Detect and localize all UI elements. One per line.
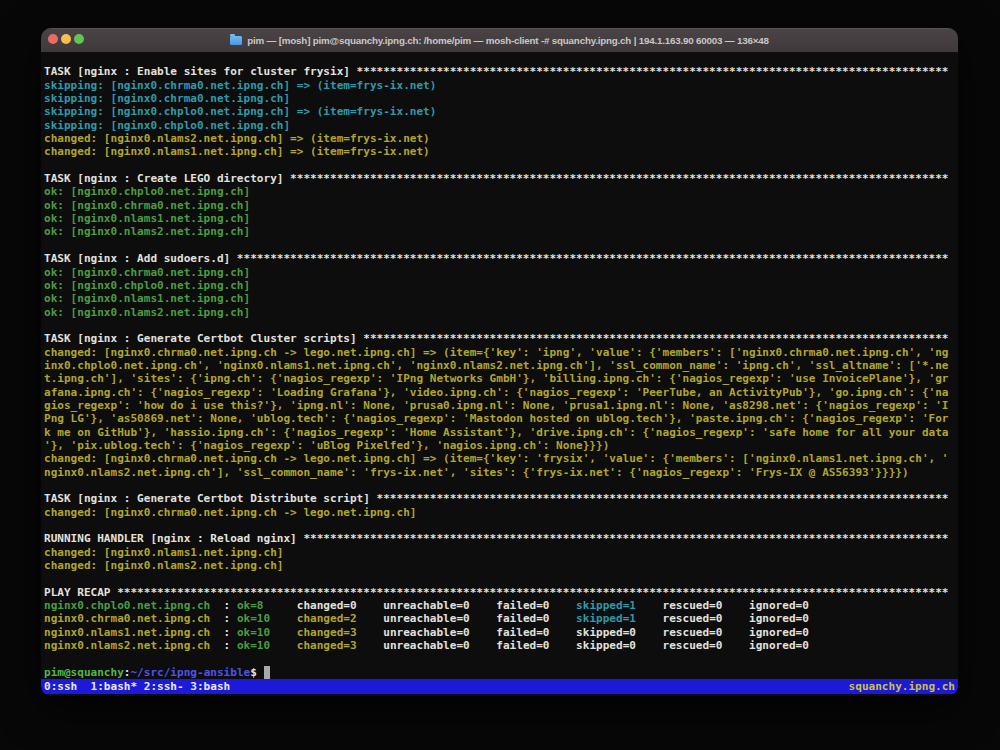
terminal-line: TASK [nginx : Enable sites for cluster f… [44,65,958,78]
terminal-line: ok: [nginx0.chrma0.net.ipng.ch] [44,266,958,279]
terminal-line: ok: [nginx0.nlams2.net.ipng.ch] [44,306,958,319]
terminal-line: skipping: [nginx0.chrma0.net.ipng.ch] [44,92,958,105]
terminal-line: nginx0.nlams2.net.ipng.ch'], 'ssl_common… [44,466,958,479]
terminal-line [44,479,958,492]
terminal-line: nginx0.chrma0.net.ipng.ch : ok=10 change… [44,612,958,625]
terminal-line: changed: [nginx0.nlams2.net.ipng.ch] => … [44,132,958,145]
terminal-line [44,239,958,252]
terminal-line: k me on GitHub'}, 'hassio.ipng.ch': {'na… [44,426,958,439]
terminal-line: PLAY RECAP *****************************… [44,586,958,599]
terminal-line: changed: [nginx0.chrma0.net.ipng.ch -> l… [44,346,958,359]
terminal-line: nginx0.chplo0.net.ipng.ch : ok=8 changed… [44,599,958,612]
terminal-line: ok: [nginx0.nlams1.net.ipng.ch] [44,292,958,305]
terminal-line [44,159,958,172]
close-button[interactable] [48,34,58,44]
tmux-status-bar: 0:ssh 1:bash* 2:ssh- 3:bash squanchy.ipn… [41,679,958,694]
terminal-line: skipping: [nginx0.chplo0.net.ipng.ch] =>… [44,105,958,118]
terminal-line: changed: [nginx0.chrma0.net.ipng.ch -> l… [44,506,958,519]
terminal-output[interactable]: TASK [nginx : Enable sites for cluster f… [41,52,958,696]
terminal-line: skipping: [nginx0.chrma0.net.ipng.ch] =>… [44,79,958,92]
terminal-line: t.ipng.ch'], 'sites': {'ipng.ch': {'nagi… [44,372,958,385]
terminal-line [44,519,958,532]
terminal-line: ok: [nginx0.chplo0.net.ipng.ch] [44,279,958,292]
terminal-line: inx0.chplo0.net.ipng.ch', 'nginx0.nlams1… [44,359,958,372]
terminal-line: changed: [nginx0.nlams2.net.ipng.ch] [44,559,958,572]
window-title: pim — [mosh] pim@squanchy.ipng.ch: /home… [247,35,768,46]
terminal-line: nginx0.nlams2.net.ipng.ch : ok=10 change… [44,639,958,652]
terminal-line: changed: [nginx0.nlams1.net.ipng.ch] [44,546,958,559]
cursor [264,666,271,679]
zoom-button[interactable] [74,34,84,44]
tmux-window-list: 0:ssh 1:bash* 2:ssh- 3:bash [44,680,230,693]
terminal-line [44,572,958,585]
terminal-line: gios_regexp': 'how do i use this?'}, 'ip… [44,399,958,412]
terminal-line: TASK [nginx : Add sudoers.d] ***********… [44,252,958,265]
folder-proxy-icon [230,36,242,45]
terminal-window: pim — [mosh] pim@squanchy.ipng.ch: /home… [41,28,958,696]
terminal-line [44,319,958,332]
terminal-line: nginx0.nlams1.net.ipng.ch : ok=10 change… [44,626,958,639]
terminal-line: ok: [nginx0.nlams2.net.ipng.ch] [44,225,958,238]
terminal-line: skipping: [nginx0.chplo0.net.ipng.ch] [44,119,958,132]
terminal-line: ok: [nginx0.chplo0.net.ipng.ch] [44,185,958,198]
terminal-line: TASK [nginx : Create LEGO directory] ***… [44,172,958,185]
terminal-line: ok: [nginx0.nlams1.net.ipng.ch] [44,212,958,225]
tmux-hostname: squanchy.ipng.ch [849,680,955,693]
terminal-line: Png LG'}, 'as50869.net': None, 'ublog.te… [44,412,958,425]
window-titlebar[interactable]: pim — [mosh] pim@squanchy.ipng.ch: /home… [41,28,958,52]
terminal-line: RUNNING HANDLER [nginx : Reload nginx] *… [44,532,958,545]
terminal-line: TASK [nginx : Generate Certbot Cluster s… [44,332,958,345]
terminal-line [44,52,958,65]
terminal-line: afana.ipng.ch': {'nagios_regexp': 'Loadi… [44,386,958,399]
terminal-line: changed: [nginx0.nlams1.net.ipng.ch] => … [44,145,958,158]
terminal-line [44,652,958,665]
terminal-line: changed: [nginx0.chrma0.net.ipng.ch -> l… [44,452,958,465]
terminal-line: TASK [nginx : Generate Certbot Distribut… [44,492,958,505]
terminal-line: '}, 'pix.ublog.tech': {'nagios_regexp': … [44,439,958,452]
terminal-line: pim@squanchy:~/src/ipng-ansible$ [44,666,958,679]
minimize-button[interactable] [61,34,71,44]
terminal-line: ok: [nginx0.chrma0.net.ipng.ch] [44,199,958,212]
